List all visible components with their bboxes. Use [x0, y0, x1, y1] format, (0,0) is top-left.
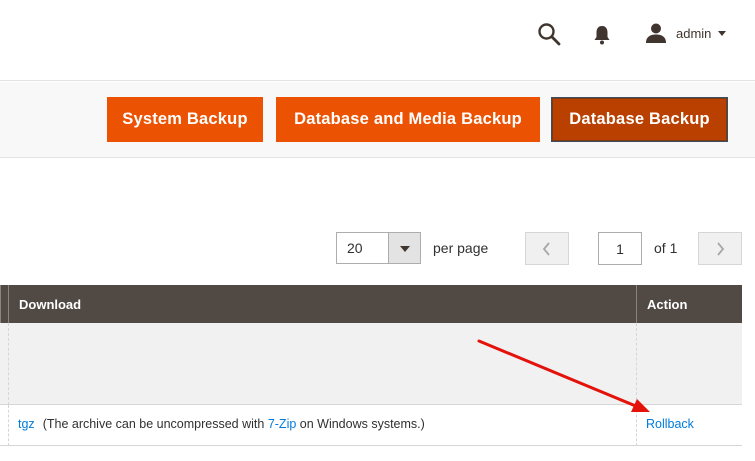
archive-note-suffix: on Windows systems.)	[296, 417, 425, 431]
column-divider	[8, 405, 9, 446]
user-account-menu[interactable]: admin	[645, 20, 727, 46]
per-page-value: 20	[347, 240, 363, 256]
grid-header-row: Download Action	[0, 285, 742, 323]
current-page-input[interactable]	[598, 232, 642, 265]
column-divider	[8, 323, 9, 405]
next-page-button[interactable]	[698, 232, 742, 265]
backups-grid: Download Action tgz (The archive can be u…	[0, 285, 742, 446]
rollback-link[interactable]: Rollback	[646, 417, 694, 431]
system-backup-button[interactable]: System Backup	[107, 97, 263, 142]
database-backup-button[interactable]: Database Backup	[551, 97, 728, 142]
page-actions-bar: System Backup Database and Media Backup …	[0, 82, 755, 158]
download-cell: tgz (The archive can be uncompressed with…	[18, 417, 425, 431]
chevron-down-icon	[400, 246, 410, 252]
user-name: admin	[676, 25, 712, 41]
grid-filter-row	[0, 323, 742, 405]
column-header-action-label: Action	[647, 296, 688, 312]
database-and-media-backup-button[interactable]: Database and Media Backup	[276, 97, 540, 142]
previous-page-button[interactable]	[525, 232, 569, 265]
download-tgz-link[interactable]: tgz	[18, 417, 35, 431]
search-icon[interactable]	[537, 22, 561, 46]
per-page-label: per page	[433, 240, 489, 256]
chevron-left-icon	[542, 242, 550, 256]
grid-pager: 20 per page of 1	[0, 232, 755, 265]
chevron-right-icon	[717, 242, 725, 256]
archive-note-prefix: (The archive can be uncompressed with	[42, 417, 268, 431]
column-header-download[interactable]: Download	[0, 285, 636, 323]
column-divider	[636, 323, 637, 405]
column-header-action: Action	[636, 285, 742, 323]
user-icon	[646, 23, 666, 43]
archive-note: (The archive can be uncompressed with 7-…	[43, 417, 425, 431]
column-divider	[636, 405, 637, 446]
action-cell: Rollback	[646, 417, 694, 431]
table-row: tgz (The archive can be uncompressed with…	[0, 405, 742, 446]
per-page-select[interactable]: 20	[336, 232, 421, 264]
bell-icon[interactable]	[592, 24, 612, 46]
chevron-down-icon	[718, 30, 727, 36]
7zip-link[interactable]: 7-Zip	[268, 417, 296, 431]
per-page-toggle[interactable]	[388, 233, 420, 263]
total-pages-label: of 1	[654, 240, 678, 256]
admin-header: admin	[0, 0, 755, 81]
column-header-download-label: Download	[19, 296, 82, 312]
